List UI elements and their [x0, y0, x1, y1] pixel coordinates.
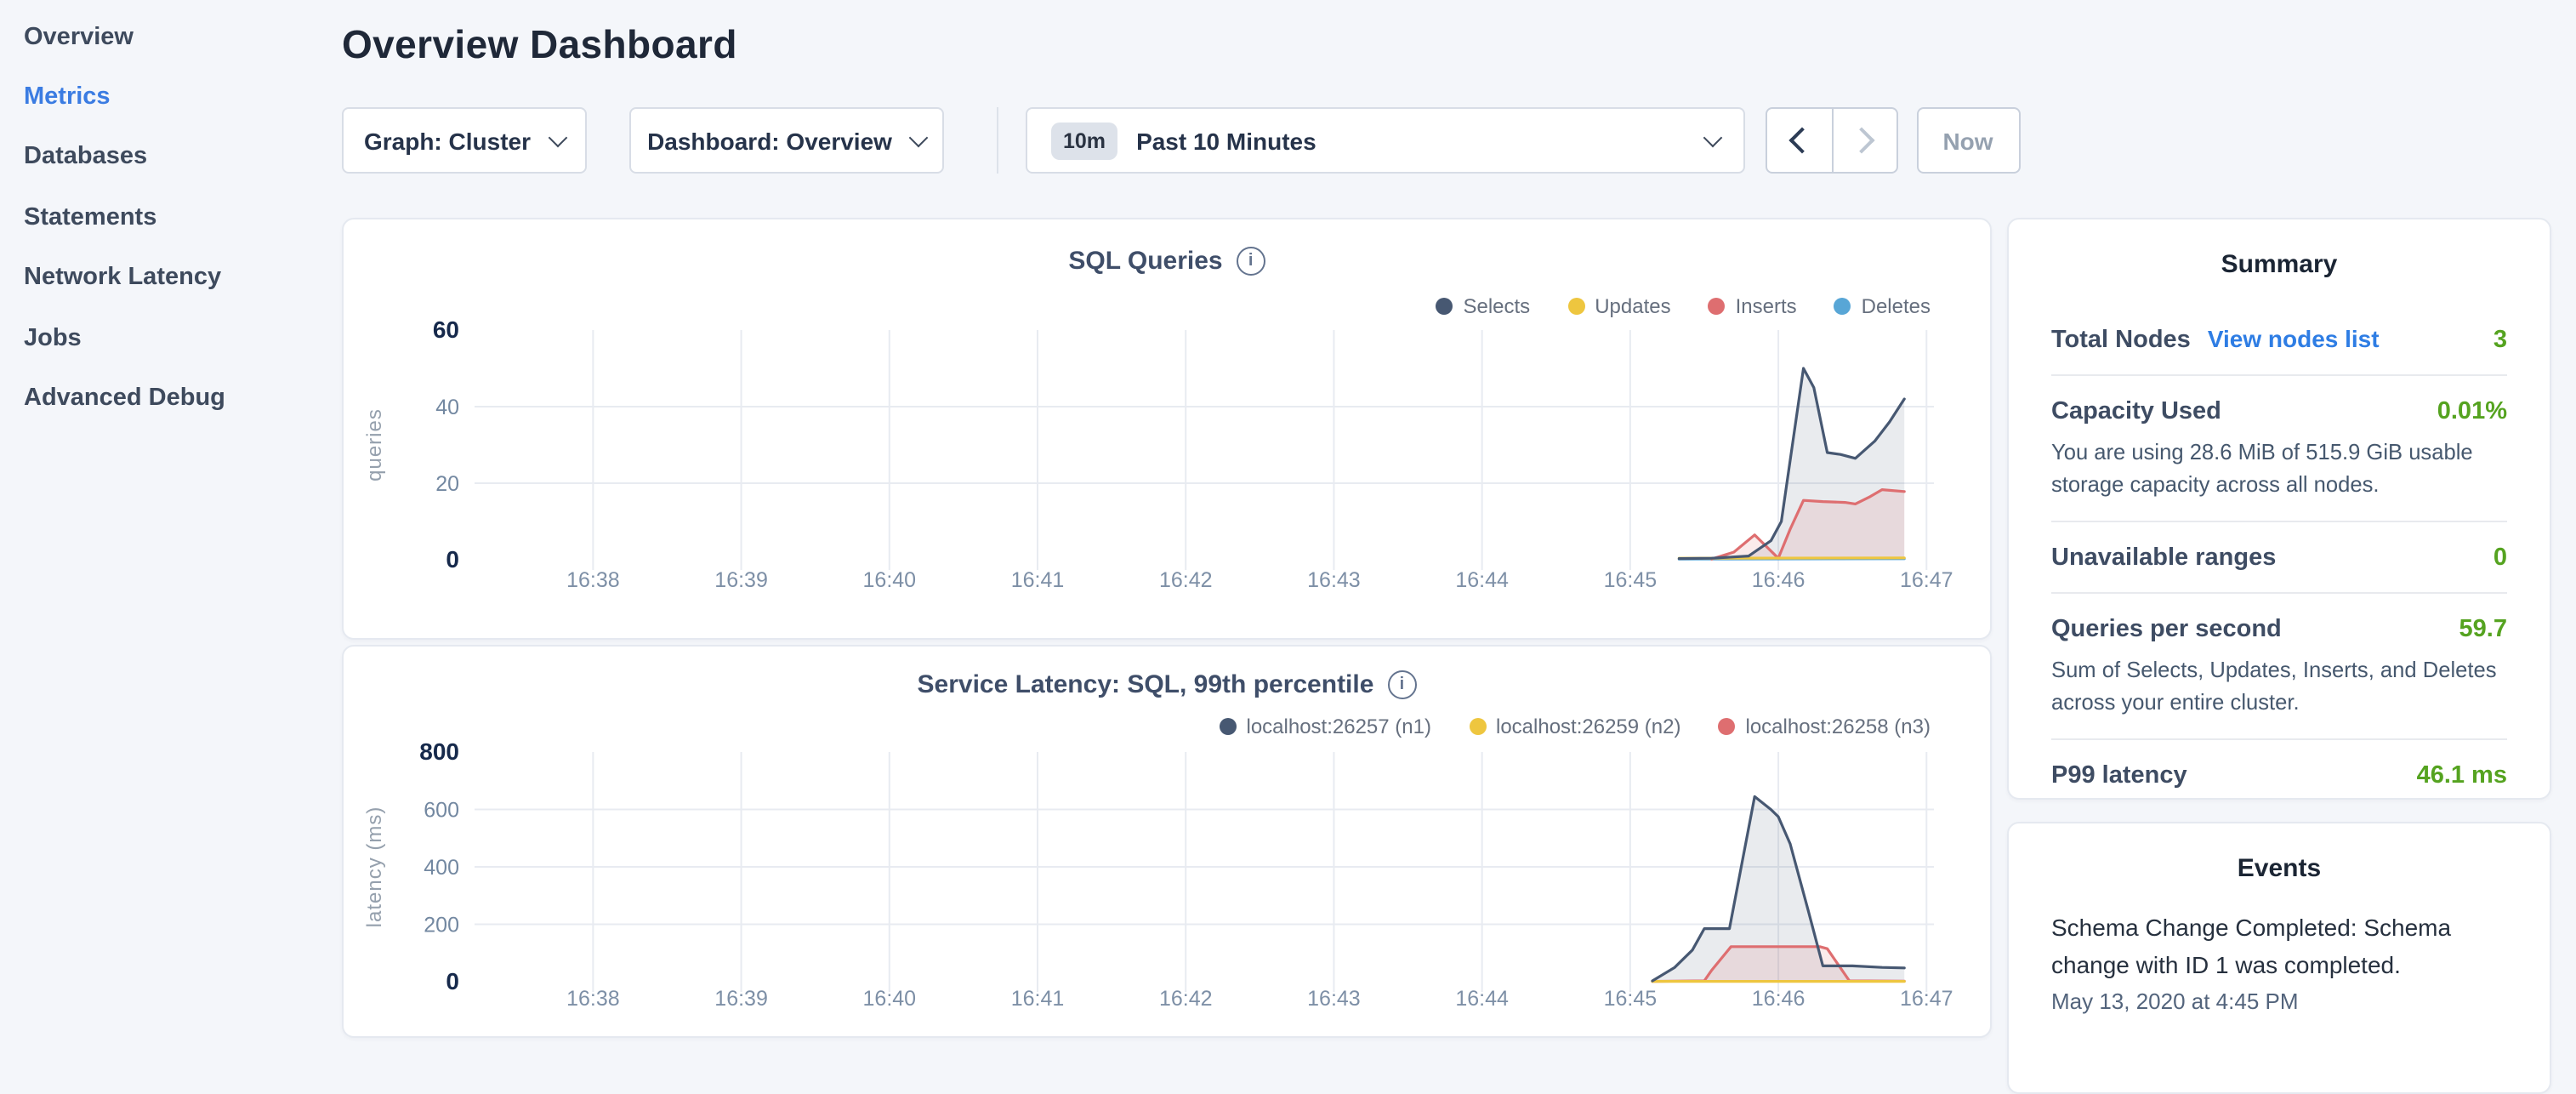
svg-text:800: 800 [419, 738, 459, 765]
now-button-label: Now [1942, 127, 1993, 154]
svg-text:16:45: 16:45 [1604, 568, 1658, 592]
chevron-left-icon [1789, 127, 1816, 153]
summary-row-p99-latency: P99 latency 46.1 ms [2051, 740, 2507, 800]
chevron-right-icon [1848, 127, 1874, 153]
event-timestamp: May 13, 2020 at 4:45 PM [2051, 989, 2507, 1014]
sidebar-item-jobs[interactable]: Jobs [0, 308, 342, 368]
svg-text:16:44: 16:44 [1455, 568, 1509, 592]
summary-row-unavailable-ranges: Unavailable ranges 0 [2051, 522, 2507, 594]
time-range-dropdown[interactable]: 10m Past 10 Minutes [1026, 107, 1745, 174]
time-range-label: Past 10 Minutes [1136, 127, 1316, 154]
summary-desc: Sum of Selects, Updates, Inserts, and De… [2051, 655, 2507, 718]
summary-row-total-nodes: Total Nodes View nodes list 3 [2051, 303, 2507, 376]
time-range-badge: 10m [1051, 122, 1117, 159]
sidebar-item-advanced-debug[interactable]: Advanced Debug [0, 368, 342, 429]
svg-text:0: 0 [446, 546, 459, 573]
view-nodes-list-link[interactable]: View nodes list [2208, 325, 2380, 352]
time-pager [1766, 107, 1898, 174]
svg-text:16:46: 16:46 [1752, 568, 1805, 592]
svg-text:16:40: 16:40 [863, 987, 917, 1011]
events-panel: Events Schema Change Completed: Schema c… [2007, 822, 2551, 1094]
summary-row-queries-per-second: Queries per second 59.7 Sum of Selects, … [2051, 594, 2507, 740]
svg-text:60: 60 [433, 316, 459, 343]
svg-text:16:45: 16:45 [1604, 987, 1658, 1011]
controls-divider [997, 107, 998, 174]
sidebar-item-statements[interactable]: Statements [0, 187, 342, 248]
next-time-button[interactable] [1831, 109, 1896, 172]
sql-queries-plot: 16:38 16:39 16:40 16:41 16:42 16:43 16:44 16:45… [344, 219, 1992, 640]
event-text: Schema Change Completed: Schema change w… [2051, 910, 2507, 983]
svg-text:40: 40 [435, 396, 459, 419]
summary-value: 59.7 [2459, 616, 2507, 643]
sidebar-item-metrics[interactable]: Metrics [0, 67, 342, 128]
svg-text:16:43: 16:43 [1307, 987, 1361, 1011]
summary-label: P99 latency [2051, 762, 2187, 789]
chevron-down-icon [1703, 128, 1723, 147]
sidebar-item-overview[interactable]: Overview [0, 7, 342, 67]
summary-panel: Summary Total Nodes View nodes list 3 Ca… [2007, 218, 2551, 800]
event-list-item[interactable]: Schema Change Completed: Schema change w… [2051, 910, 2507, 1014]
chevron-down-icon [910, 128, 930, 147]
summary-label: Queries per second [2051, 616, 2282, 643]
summary-value: 46.1 ms [2417, 762, 2507, 789]
svg-text:latency (ms): latency (ms) [363, 806, 386, 928]
page-title: Overview Dashboard [342, 22, 737, 68]
svg-text:16:38: 16:38 [566, 568, 620, 592]
svg-text:400: 400 [424, 856, 459, 880]
svg-text:16:42: 16:42 [1159, 568, 1213, 592]
summary-label: Unavailable ranges [2051, 544, 2276, 572]
events-heading: Events [2051, 854, 2507, 883]
now-button[interactable]: Now [1916, 107, 2020, 174]
summary-heading: Summary [2051, 250, 2507, 279]
svg-text:600: 600 [424, 799, 459, 823]
summary-label: Total Nodes [2051, 327, 2191, 354]
summary-value: 3 [2494, 327, 2507, 354]
svg-text:16:43: 16:43 [1307, 568, 1361, 592]
chevron-down-icon [549, 128, 568, 147]
svg-text:0: 0 [446, 968, 459, 994]
dashboard-dropdown[interactable]: Dashboard: Overview [629, 107, 944, 174]
summary-label: Capacity Used [2051, 398, 2221, 425]
svg-text:16:41: 16:41 [1011, 568, 1065, 592]
admin-ui-root: OverviewMetricsDatabasesStatementsNetwor… [0, 0, 2576, 1051]
graph-dropdown[interactable]: Graph: Cluster [342, 107, 587, 174]
summary-value: 0 [2494, 544, 2507, 572]
svg-text:16:47: 16:47 [1900, 568, 1953, 592]
svg-text:16:39: 16:39 [714, 987, 768, 1011]
summary-desc: You are using 28.6 MiB of 515.9 GiB usab… [2051, 437, 2507, 500]
sidebar-item-network-latency[interactable]: Network Latency [0, 248, 342, 308]
sidebar-nav: OverviewMetricsDatabasesStatementsNetwor… [0, 0, 342, 1058]
svg-text:16:42: 16:42 [1159, 987, 1213, 1011]
svg-text:16:47: 16:47 [1900, 987, 1953, 1011]
svg-text:16:44: 16:44 [1455, 987, 1509, 1011]
sql-queries-chart-card: SQL Queries i SelectsUpdatesInsertsDelet… [342, 218, 1992, 640]
svg-text:16:46: 16:46 [1752, 987, 1805, 1011]
service-latency-chart-card: Service Latency: SQL, 99th percentile i … [342, 645, 1992, 1038]
dashboard-dropdown-label: Dashboard: Overview [647, 127, 892, 154]
sidebar-item-databases[interactable]: Databases [0, 128, 342, 188]
svg-text:16:41: 16:41 [1011, 987, 1065, 1011]
svg-text:queries: queries [363, 408, 386, 481]
prev-time-button[interactable] [1767, 109, 1831, 172]
svg-text:200: 200 [424, 914, 459, 937]
svg-text:16:38: 16:38 [566, 987, 620, 1011]
graph-dropdown-label: Graph: Cluster [364, 127, 531, 154]
summary-row-capacity-used: Capacity Used 0.01% You are using 28.6 M… [2051, 376, 2507, 522]
service-latency-plot: 16:38 16:39 16:40 16:41 16:42 16:43 16:44 16:45… [344, 647, 1992, 1038]
summary-value: 0.01% [2437, 398, 2507, 425]
svg-text:16:40: 16:40 [863, 568, 917, 592]
svg-text:16:39: 16:39 [714, 568, 768, 592]
svg-text:20: 20 [435, 472, 459, 496]
